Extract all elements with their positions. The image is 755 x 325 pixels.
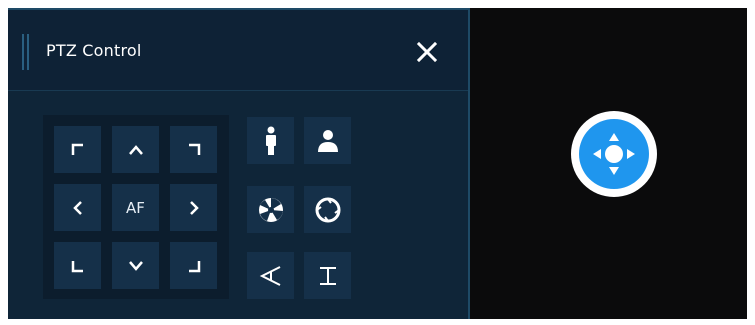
zoom-in-button[interactable] <box>247 117 294 164</box>
focus-near-icon <box>259 265 280 286</box>
iris-open-button[interactable] <box>304 186 351 233</box>
drag-handle-icon[interactable] <box>27 34 29 70</box>
iris-close-icon <box>258 197 283 222</box>
pan-up-right-button[interactable] <box>170 126 217 173</box>
autofocus-label: AF <box>126 198 145 217</box>
panel-title: PTZ Control <box>46 41 142 60</box>
panel-header: PTZ Control <box>8 10 468 91</box>
pan-down-left-button[interactable] <box>54 242 101 289</box>
pan-down-right-button[interactable] <box>170 242 217 289</box>
close-icon <box>416 41 438 63</box>
pan-left-button[interactable] <box>54 184 101 231</box>
arrow-up-right-icon <box>188 143 200 155</box>
ptz-joystick-button[interactable] <box>571 111 657 197</box>
ptz-control-panel: PTZ Control AF <box>8 8 470 319</box>
tilt-down-button[interactable] <box>112 242 159 289</box>
zoom-out-button[interactable] <box>304 117 351 164</box>
drag-handle-icon[interactable] <box>22 34 24 70</box>
arrow-down-right-icon <box>188 260 200 272</box>
joystick-move-icon <box>593 133 635 175</box>
autofocus-button[interactable]: AF <box>112 184 159 231</box>
frame-top-border <box>0 0 755 8</box>
pan-right-button[interactable] <box>170 184 217 231</box>
focus-far-button[interactable] <box>304 252 351 299</box>
zoom-in-person-icon <box>265 126 276 155</box>
iris-open-icon <box>315 197 340 222</box>
chevron-left-icon <box>72 200 82 215</box>
zoom-out-person-icon <box>317 129 338 152</box>
frame-bottom-border <box>0 319 755 325</box>
close-button[interactable] <box>412 37 442 67</box>
focus-far-icon <box>319 266 336 285</box>
direction-pad: AF <box>43 115 229 299</box>
arrow-down-left-icon <box>71 260 83 272</box>
arrow-up-left-icon <box>71 143 83 155</box>
tilt-up-button[interactable] <box>112 126 159 173</box>
pan-up-left-button[interactable] <box>54 126 101 173</box>
focus-near-button[interactable] <box>247 252 294 299</box>
chevron-up-icon <box>128 144 143 155</box>
iris-close-button[interactable] <box>247 186 294 233</box>
frame-left-border <box>0 0 8 325</box>
chevron-down-icon <box>128 260 143 271</box>
chevron-right-icon <box>189 200 199 215</box>
frame-right-border <box>747 0 755 325</box>
